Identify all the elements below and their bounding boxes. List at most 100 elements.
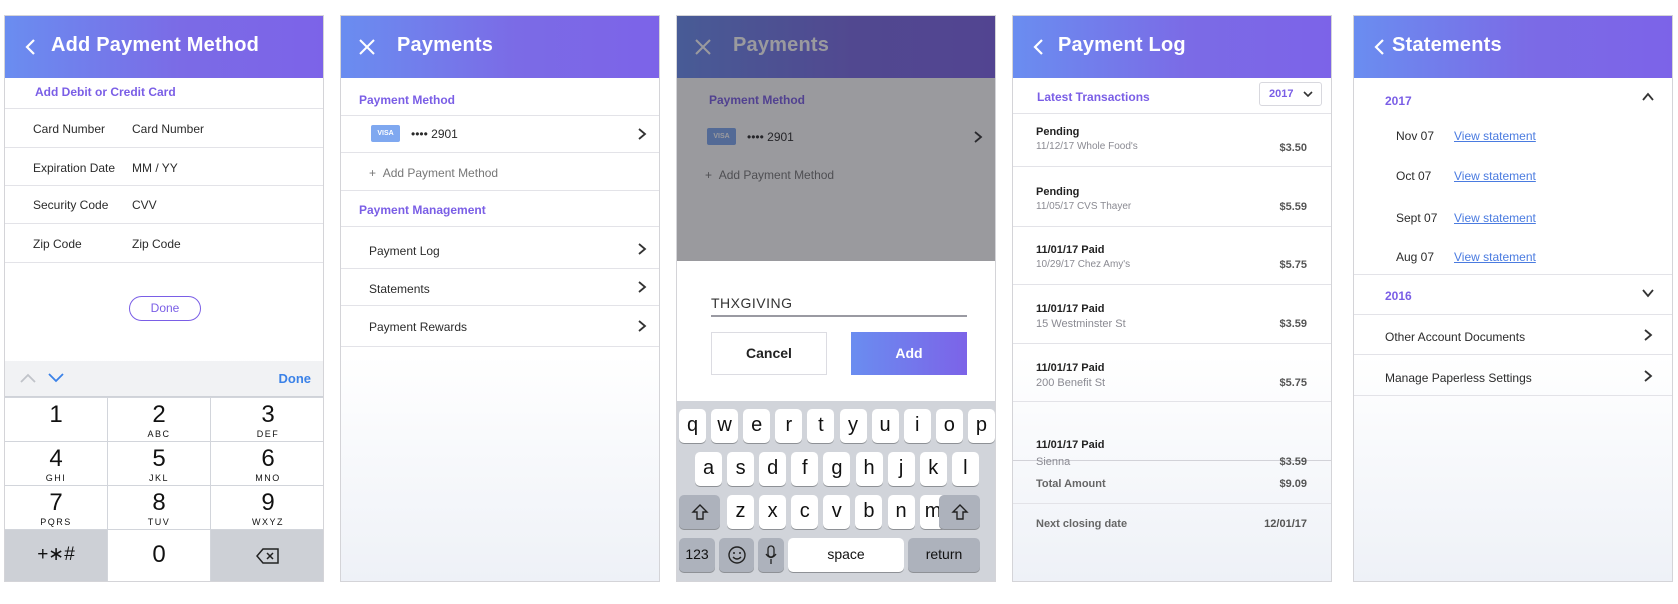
key-j[interactable]: j xyxy=(887,452,915,486)
key-6[interactable]: 6 MNO xyxy=(211,442,323,485)
key-a[interactable]: a xyxy=(695,452,722,486)
key-f[interactable]: f xyxy=(791,452,819,486)
security-code-input[interactable]: CVV xyxy=(132,198,157,212)
view-statement-link[interactable]: View statement xyxy=(1454,250,1536,264)
key-4[interactable]: 4 GHI xyxy=(5,442,107,485)
zip-code-input[interactable]: Zip Code xyxy=(132,237,181,251)
page-title: Payment Log xyxy=(1058,34,1186,56)
card-number-input[interactable]: Card Number xyxy=(132,122,204,136)
key-x[interactable]: x xyxy=(759,495,787,529)
key-2[interactable]: 2 ABC xyxy=(108,398,210,441)
transaction-detail: 11/12/17 Whole Food's xyxy=(1036,141,1138,152)
add-button[interactable]: Add xyxy=(851,332,967,375)
transaction-row[interactable]: 11/01/17 Paid 200 Benefit St $5.75 xyxy=(1013,345,1331,402)
shift-key[interactable] xyxy=(939,495,980,529)
header: Add Payment Method xyxy=(5,16,323,78)
add-payment-method-screen: Add Payment Method Add Debit or Credit C… xyxy=(4,15,324,582)
next-field-icon[interactable] xyxy=(47,371,65,385)
keypad-done-button[interactable]: Done xyxy=(279,371,312,386)
key-s[interactable]: s xyxy=(727,452,755,486)
key-1[interactable]: 1 xyxy=(5,398,107,441)
key-w[interactable]: w xyxy=(711,409,739,443)
transaction-status: Pending xyxy=(1036,186,1080,198)
menu-item-statements[interactable]: Statements xyxy=(341,270,659,306)
back-arrow-icon[interactable] xyxy=(19,35,43,59)
chevron-right-icon xyxy=(638,320,647,332)
close-icon[interactable] xyxy=(355,35,379,59)
transaction-status: 11/01/17 Paid xyxy=(1036,303,1105,315)
closing-label: Next closing date xyxy=(1036,518,1128,530)
key-z[interactable]: z xyxy=(727,495,754,529)
menu-item-payment-rewards[interactable]: Payment Rewards xyxy=(341,307,659,347)
emoji-key[interactable] xyxy=(719,538,754,572)
dim-overlay[interactable] xyxy=(677,16,995,261)
page-title: Payments xyxy=(397,34,494,56)
menu-item-manage-paperless-settings[interactable]: Manage Paperless Settings xyxy=(1354,356,1672,396)
year-dropdown[interactable]: 2017 xyxy=(1259,82,1322,106)
key-q[interactable]: q xyxy=(679,409,706,443)
menu-item-other-account-documents[interactable]: Other Account Documents xyxy=(1354,316,1672,355)
year-2016-header[interactable]: 2016 xyxy=(1354,275,1672,315)
key-v[interactable]: v xyxy=(823,495,851,529)
payment-log-screen: Payment Log Latest Transactions 2017 Pen… xyxy=(1012,15,1332,582)
key-b[interactable]: b xyxy=(855,495,883,529)
previous-field-icon[interactable] xyxy=(19,371,37,385)
shift-key-left[interactable] xyxy=(679,495,720,529)
key-k[interactable]: k xyxy=(919,452,947,486)
done-button[interactable]: Done xyxy=(129,296,201,321)
key-7[interactable]: 7 PQRS xyxy=(5,486,107,529)
numeric-keypad: Done 1 2 ABC 3 DEF 4 GHI 5 JKL 6 MNO 7 PQRS 8T… xyxy=(5,361,323,581)
promo-code-input[interactable]: THXGIVING xyxy=(711,295,967,317)
key-d[interactable]: d xyxy=(759,452,787,486)
key-y[interactable]: y xyxy=(839,409,867,443)
key-5[interactable]: 5 JKL xyxy=(108,442,210,485)
transaction-row[interactable]: 11/01/17 Paid 10/29/17 Chez Amy's $5.75 xyxy=(1013,228,1331,285)
cancel-button[interactable]: Cancel xyxy=(711,332,827,375)
expiration-date-input[interactable]: MM / YY xyxy=(132,161,178,175)
space-key[interactable]: space xyxy=(788,538,904,572)
transaction-amount: $3.50 xyxy=(1279,142,1307,154)
key-e[interactable]: e xyxy=(743,409,771,443)
statement-month: Aug 07 xyxy=(1396,250,1435,264)
key-c[interactable]: c xyxy=(791,495,819,529)
view-statement-link[interactable]: View statement xyxy=(1454,169,1536,183)
visa-card-icon: VISA xyxy=(371,125,400,142)
view-statement-link[interactable]: View statement xyxy=(1454,129,1536,143)
key-3[interactable]: 3 DEF xyxy=(211,398,323,441)
key-0[interactable]: 0 xyxy=(108,530,210,581)
key-delete[interactable] xyxy=(211,530,323,581)
key-8[interactable]: 8 TUV xyxy=(108,486,210,529)
microphone-key[interactable] xyxy=(758,538,784,572)
return-key[interactable]: return xyxy=(908,538,980,572)
key-9[interactable]: 9 WXYZ xyxy=(211,486,323,529)
promo-dialog: THXGIVING Cancel Add xyxy=(677,261,995,401)
key-h[interactable]: h xyxy=(855,452,883,486)
key-i[interactable]: i xyxy=(903,409,931,443)
key-p[interactable]: p xyxy=(967,409,995,443)
key-g[interactable]: g xyxy=(823,452,851,486)
add-payment-method-link[interactable]: + Add Payment Method xyxy=(369,166,498,180)
key-t[interactable]: t xyxy=(807,409,835,443)
card-row[interactable]: VISA •••• 2901 xyxy=(341,116,659,152)
chevron-right-icon xyxy=(638,281,647,293)
key-o[interactable]: o xyxy=(935,409,963,443)
key-l[interactable]: l xyxy=(951,452,979,486)
transaction-row[interactable]: 11/01/17 Paid Sienna $3.59 xyxy=(1013,403,1331,468)
numbers-key[interactable]: 123 xyxy=(679,538,715,572)
year-2017-header[interactable]: 2017 xyxy=(1354,78,1672,116)
key-symbols[interactable]: +∗# xyxy=(5,530,107,581)
transaction-row[interactable]: Pending 11/05/17 CVS Thayer $5.59 xyxy=(1013,168,1331,227)
transaction-amount: $5.75 xyxy=(1279,377,1307,389)
keypad-toolbar: Done xyxy=(5,361,323,397)
key-u[interactable]: u xyxy=(871,409,899,443)
transaction-row[interactable]: 11/01/17 Paid 15 Westminster St $3.59 xyxy=(1013,286,1331,344)
back-arrow-icon[interactable] xyxy=(1368,35,1392,59)
key-n[interactable]: n xyxy=(887,495,915,529)
transaction-row[interactable]: Pending 11/12/17 Whole Food's $3.50 xyxy=(1013,114,1331,167)
view-statement-link[interactable]: View statement xyxy=(1454,211,1536,225)
back-arrow-icon[interactable] xyxy=(1027,35,1051,59)
menu-item-payment-log[interactable]: Payment Log xyxy=(341,227,659,269)
total-label: Total Amount xyxy=(1036,478,1106,490)
key-r[interactable]: r xyxy=(775,409,803,443)
total-row: Total Amount $9.09 xyxy=(1013,462,1331,504)
